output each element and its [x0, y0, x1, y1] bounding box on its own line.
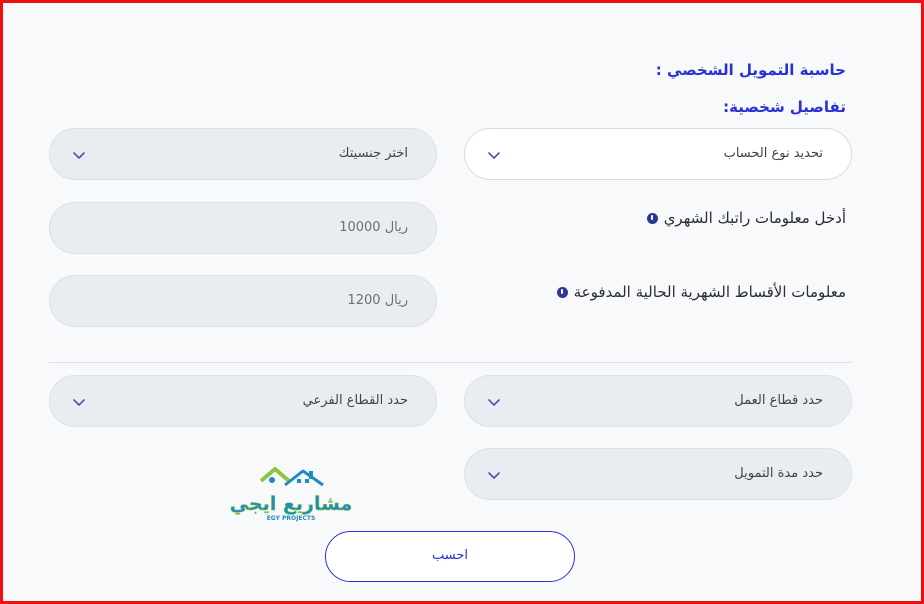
calculate-button[interactable]: احسب	[325, 531, 575, 582]
info-icon[interactable]	[556, 286, 568, 298]
logo-text: مشاريع ايجي	[230, 493, 352, 515]
finance-period-select[interactable]: حدد مدة التمويل	[464, 448, 852, 500]
work-sector-value: حدد قطاع العمل	[734, 393, 823, 408]
installments-label-text: معلومات الأقساط الشهرية الحالية المدفوعة	[573, 283, 846, 301]
installments-input[interactable]: ريال 1200	[49, 275, 437, 327]
installments-placeholder: ريال 1200	[347, 293, 408, 308]
page-title: حاسبة التمويل الشخصي :	[655, 61, 846, 79]
chevron-down-icon	[73, 152, 85, 159]
nationality-select[interactable]: اختر جنسيتك	[49, 128, 437, 180]
sub-sector-select[interactable]: حدد القطاع الفرعي	[49, 375, 437, 427]
chevron-down-icon	[488, 152, 500, 159]
egy-projects-logo: مشاريع ايجي EGY PROJECTS	[229, 467, 353, 522]
salary-label: أدخل معلومات راتبك الشهري	[646, 209, 846, 227]
account-type-value: تحديد نوع الحساب	[723, 146, 823, 161]
work-sector-select[interactable]: حدد قطاع العمل	[464, 375, 852, 427]
sub-sector-value: حدد القطاع الفرعي	[302, 393, 408, 408]
salary-input[interactable]: ريال 10000	[49, 202, 437, 254]
chevron-down-icon	[488, 472, 500, 479]
logo-subtext: EGY PROJECTS	[267, 515, 316, 522]
chevron-down-icon	[73, 399, 85, 406]
salary-label-text: أدخل معلومات راتبك الشهري	[663, 209, 846, 227]
account-type-select[interactable]: تحديد نوع الحساب	[464, 128, 852, 180]
finance-period-value: حدد مدة التمويل	[734, 466, 823, 481]
section-title: تفاصيل شخصية:	[723, 98, 846, 116]
installments-label: معلومات الأقساط الشهرية الحالية المدفوعة	[556, 283, 846, 301]
page-frame: حاسبة التمويل الشخصي : تفاصيل شخصية: تحد…	[0, 0, 924, 604]
chevron-down-icon	[488, 399, 500, 406]
nationality-value: اختر جنسيتك	[338, 146, 408, 161]
info-icon[interactable]	[646, 212, 658, 224]
section-divider	[49, 362, 852, 363]
salary-placeholder: ريال 10000	[339, 220, 408, 235]
